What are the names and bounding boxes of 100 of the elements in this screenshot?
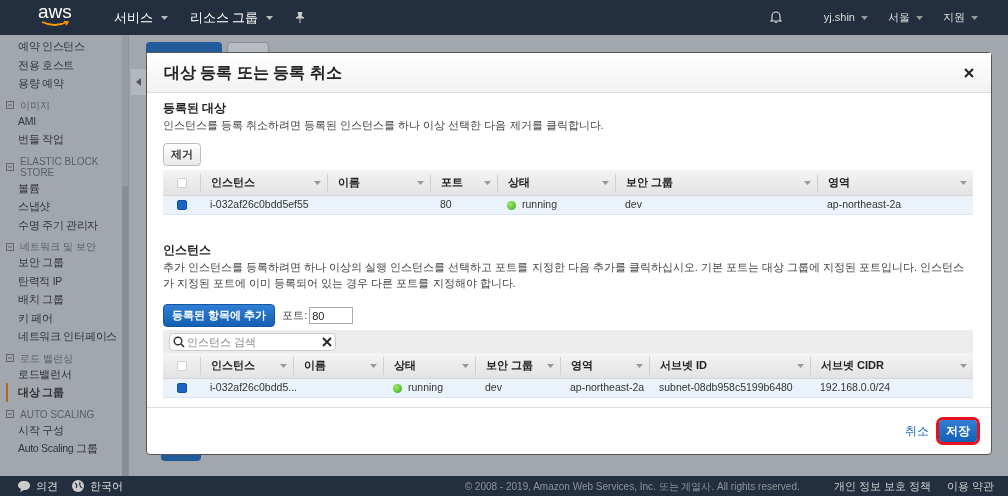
sidebar-item[interactable]: 네트워크 인터페이스 xyxy=(6,327,117,346)
collapse-icon xyxy=(136,78,141,86)
section-heading: 로드 밸런싱 xyxy=(20,352,73,364)
nav-menu[interactable]: 리소스 그룹 xyxy=(189,7,274,28)
caret-icon xyxy=(417,180,424,185)
table-cell: ap-northeast-2a xyxy=(827,197,902,213)
search-icon xyxy=(173,335,185,348)
sidebar-item[interactable]: Auto Scaling 그룹 xyxy=(6,439,98,458)
add-button[interactable]: 등록된 항목에 추가 xyxy=(163,304,276,327)
caret-icon xyxy=(280,363,287,368)
column-header[interactable]: 영역 xyxy=(560,356,649,375)
status-text: running xyxy=(522,197,558,213)
table-cell: dev xyxy=(625,197,642,213)
pin-icon[interactable] xyxy=(295,12,306,23)
caret-icon xyxy=(861,15,868,20)
caret-icon xyxy=(916,15,923,20)
remove-button[interactable]: 제거 xyxy=(163,143,201,166)
caret-icon xyxy=(971,15,978,20)
caret-icon xyxy=(370,363,377,368)
sidebar-item[interactable]: 로드밸런서 xyxy=(6,364,72,383)
sidebar-item[interactable]: 키 페어 xyxy=(6,308,53,327)
caret-icon xyxy=(314,180,321,185)
nav-menu[interactable]: 지원 xyxy=(943,9,978,26)
feedback-link[interactable]: 의견 xyxy=(18,477,58,495)
caret-icon xyxy=(636,363,643,368)
column-header[interactable]: 서브넷 ID xyxy=(649,356,810,375)
table-cell: 80 xyxy=(440,197,452,213)
caret-icon xyxy=(602,180,609,185)
caret-icon xyxy=(960,180,967,185)
sidebar-item[interactable]: 배치 그룹 xyxy=(6,290,64,309)
column-header[interactable]: 이름 xyxy=(293,356,383,375)
nav-menu[interactable]: 서비스 xyxy=(113,7,168,28)
collapse-icon[interactable] xyxy=(6,354,14,362)
dialog-title: 대상 등록 또는 등록 취소 xyxy=(164,62,342,83)
cancel-link[interactable]: 취소 xyxy=(905,422,929,440)
table-cell: i-032af26c0bdd5... xyxy=(210,380,297,396)
aws-logo[interactable]: aws xyxy=(38,8,72,27)
column-header[interactable]: 인스턴스 xyxy=(200,356,293,375)
collapse-tab[interactable] xyxy=(131,69,146,95)
port-field[interactable]: 80 xyxy=(309,307,354,324)
sidebar-item[interactable]: 전용 호스트 xyxy=(6,55,75,74)
sidebar-item[interactable]: 수명 주기 관리자 xyxy=(6,215,99,234)
section-heading: 네트워크 및 보안 xyxy=(20,241,96,252)
collapse-icon[interactable] xyxy=(6,410,14,418)
checkbox[interactable] xyxy=(176,200,187,210)
sidebar-item[interactable]: 시작 구성 xyxy=(6,420,64,439)
section-heading: ELASTIC BLOCK STORE xyxy=(20,155,100,178)
nav-menu[interactable]: 서울 xyxy=(888,9,923,26)
column-header[interactable]: 포트 xyxy=(430,173,497,192)
close-icon[interactable] xyxy=(964,67,974,78)
column-header[interactable]: 보안 그룹 xyxy=(615,173,817,192)
sidebar-item[interactable]: 예약 인스턴스 xyxy=(6,37,85,56)
sidebar-item[interactable]: AMI xyxy=(6,111,36,130)
table-cell: dev xyxy=(485,380,502,396)
caret-icon xyxy=(484,180,491,185)
sidebar-item[interactable]: 볼륨 xyxy=(6,178,40,197)
save-button[interactable]: 저장 xyxy=(939,420,977,442)
column-header[interactable]: 보안 그룹 xyxy=(475,356,560,375)
port-label: 포트: xyxy=(282,308,308,324)
language-selector[interactable]: 한국어 xyxy=(72,477,123,495)
table-cell: ap-northeast-2a xyxy=(570,380,645,396)
description-text: 추가 인스턴스를 등록하려면 하나 이상의 실행 인스턴스를 선택하고 포트를 지정한 다음 추가를 클릭하십시오. 기본 포트는 대상 그룹에 지정된 포트입니다. 인스턴스가 지정된 포트에 이미 등록되어 있는 경우 다른 포트를 지정해야 합니다. xyxy=(163,260,966,291)
caret-icon xyxy=(547,363,554,368)
table-row[interactable]: i-032af26c0bdd5ef55 80 running dev ap-northeast-2a xyxy=(163,196,973,215)
collapse-icon[interactable] xyxy=(6,242,14,251)
column-header[interactable]: 상태 xyxy=(497,173,615,192)
sidebar-item[interactable]: 보안 그룹 xyxy=(6,253,64,272)
search-field[interactable]: 인스턴스 검색 xyxy=(169,332,336,351)
column-header[interactable]: 상태 xyxy=(383,356,475,375)
sidebar-item[interactable]: 대상 그룹 xyxy=(6,383,64,402)
caret-icon xyxy=(960,363,967,368)
table-cell: subnet-08db958c5199b6480 xyxy=(659,380,793,396)
collapse-icon[interactable] xyxy=(6,162,14,171)
sidebar-item[interactable]: 번들 작업 xyxy=(6,130,64,149)
footer-link[interactable]: 이용 약관 xyxy=(946,477,994,495)
sidebar-item[interactable]: 용량 예약 xyxy=(6,74,64,93)
chat-icon xyxy=(18,480,30,492)
sidebar-item[interactable]: 탄력적 IP xyxy=(6,271,63,290)
nav-menu[interactable]: yj.shin xyxy=(823,9,868,26)
section-heading: 인스턴스 xyxy=(163,242,212,259)
caret-icon xyxy=(797,363,804,368)
caret-icon xyxy=(266,15,274,20)
clear-icon[interactable] xyxy=(322,336,332,347)
column-header[interactable]: 인스턴스 xyxy=(200,173,327,192)
column-header[interactable]: 이름 xyxy=(327,173,430,192)
column-header[interactable]: 서브넷 CIDR xyxy=(810,356,973,375)
caret-icon xyxy=(804,180,811,185)
sidebar-item[interactable]: 스냅샷 xyxy=(6,197,51,216)
checkbox[interactable] xyxy=(176,383,187,393)
footer-link[interactable]: 개인 정보 보호 정책 xyxy=(833,477,931,495)
notification-bell-icon[interactable] xyxy=(769,11,782,24)
section-heading: AUTO SCALING xyxy=(20,408,95,420)
column-header[interactable]: 영역 xyxy=(817,173,973,192)
collapse-icon[interactable] xyxy=(6,101,14,109)
table-row[interactable]: i-032af26c0bdd5... running dev ap-northeast-2a subnet-08db958c5199b6480 192.168.0.0/24 xyxy=(163,379,973,398)
globe-icon xyxy=(72,480,84,492)
section-heading: 등록된 대상 xyxy=(163,100,228,117)
copyright-text: © 2008 - 2019, Amazon Web Services, Inc. 또는 계열사. All rights reserved. xyxy=(464,479,800,494)
caret-icon xyxy=(462,363,469,368)
scrollbar[interactable] xyxy=(122,35,128,476)
